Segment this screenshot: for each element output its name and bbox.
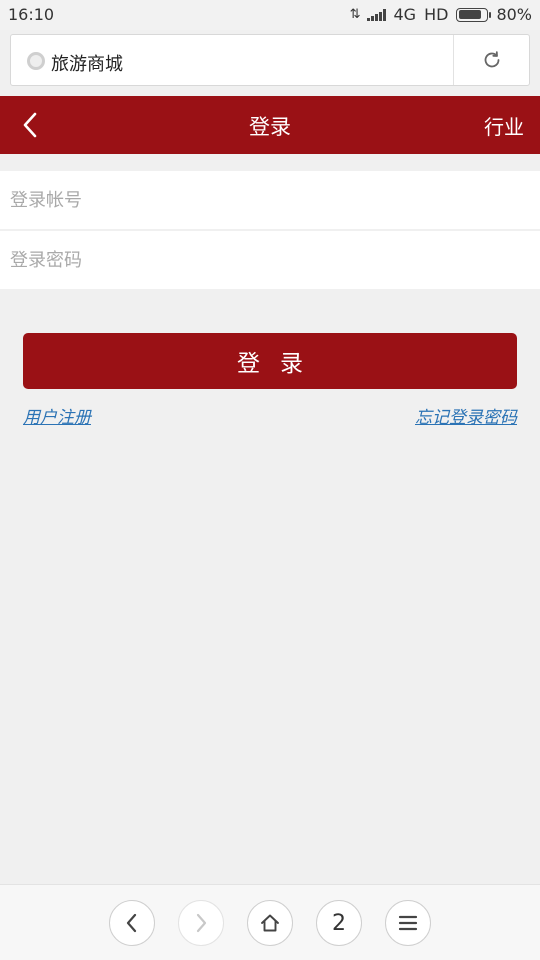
status-time: 16:10 xyxy=(8,5,55,24)
login-button[interactable]: 登录 xyxy=(23,333,517,389)
chevron-right-icon xyxy=(196,913,207,933)
battery-fill xyxy=(458,10,481,19)
page-title: 登录 xyxy=(249,115,291,139)
site-icon xyxy=(27,52,45,70)
address-bar[interactable]: 旅游商城 xyxy=(10,34,530,86)
network-type: 4G xyxy=(393,5,417,24)
data-transfer-icon: ⇅ xyxy=(349,7,361,22)
home-icon xyxy=(261,914,279,932)
register-link[interactable]: 用户注册 xyxy=(23,403,91,428)
status-bar: 16:10 ⇅ 4G HD 80% xyxy=(0,0,540,30)
battery-percent: 80% xyxy=(496,5,532,24)
menu-icon xyxy=(398,915,418,931)
hd-indicator: HD xyxy=(424,5,449,24)
home-button[interactable] xyxy=(247,900,293,946)
forgot-password-link[interactable]: 忘记登录密码 xyxy=(415,403,517,428)
address-title[interactable]: 旅游商城 xyxy=(51,50,123,76)
tab-count: 2 xyxy=(332,910,346,936)
nav-forward-button[interactable] xyxy=(178,900,224,946)
chevron-left-icon xyxy=(126,913,137,933)
refresh-icon xyxy=(484,51,500,68)
password-input[interactable] xyxy=(0,231,540,289)
nav-back-button[interactable] xyxy=(109,900,155,946)
tabs-button[interactable]: 2 xyxy=(316,900,362,946)
refresh-button[interactable] xyxy=(454,35,530,85)
page-header: 登录 行业 xyxy=(0,96,540,154)
battery-icon xyxy=(456,7,492,22)
screen: 16:10 ⇅ 4G HD 80% 旅游商城 登录 行业 登录帐号 登录 用户注… xyxy=(0,0,540,960)
status-icons: ⇅ 4G HD 80% xyxy=(350,5,532,24)
menu-button[interactable] xyxy=(385,900,431,946)
industry-link[interactable]: 行业 xyxy=(484,111,524,140)
browser-bottom-bar: 2 xyxy=(0,884,540,960)
account-input[interactable] xyxy=(0,171,540,229)
signal-icon xyxy=(366,8,386,21)
